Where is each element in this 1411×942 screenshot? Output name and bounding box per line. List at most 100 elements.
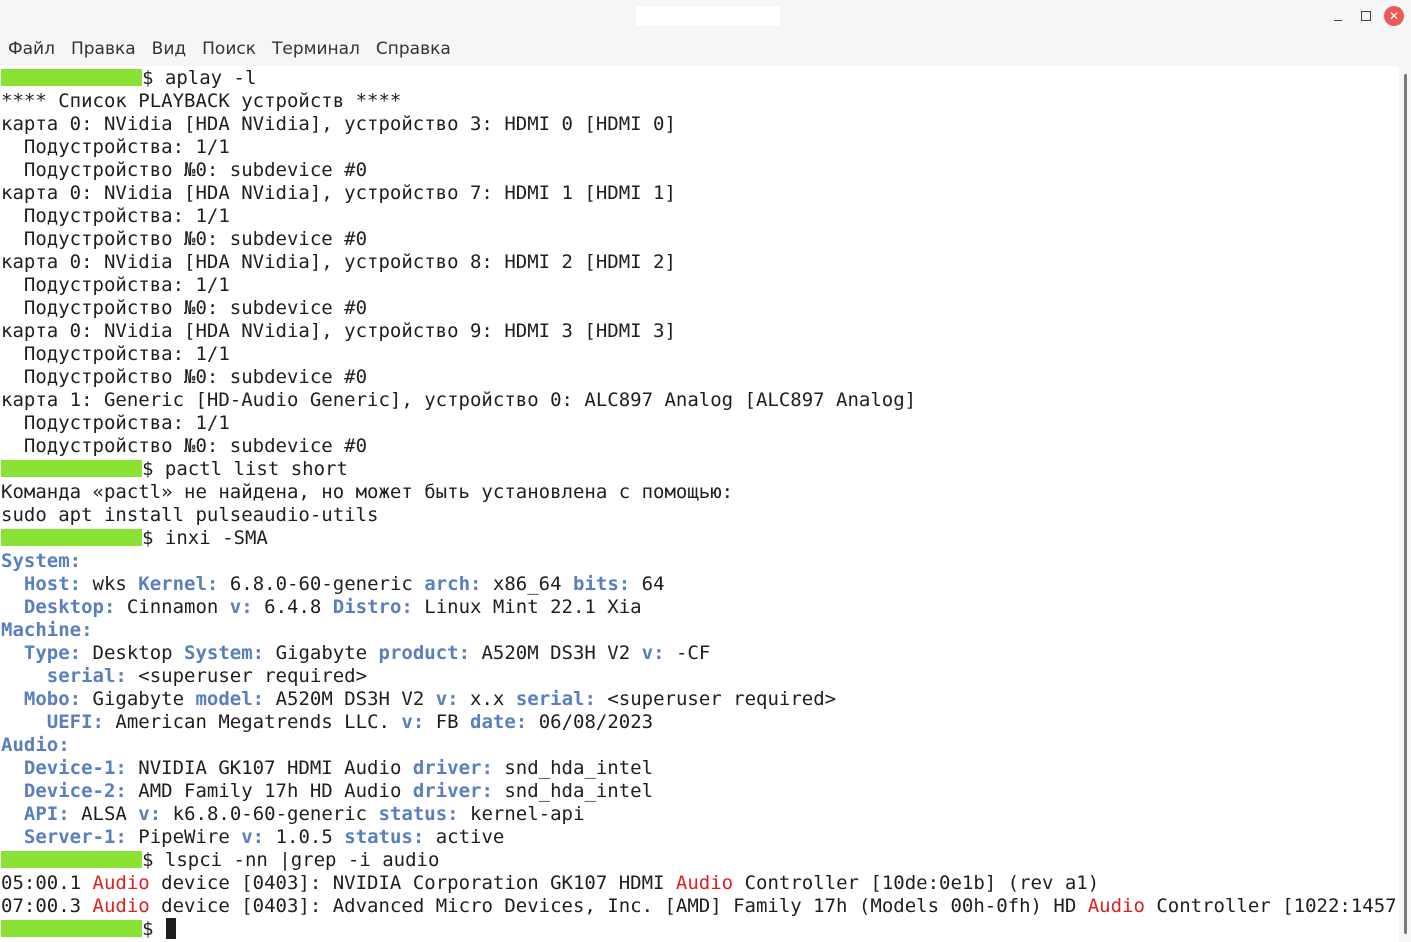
output-text: Gigabyte [81,688,196,710]
output-text: 6.8.0-60-generic [218,573,425,595]
terminal-line: Machine: [1,619,1399,642]
terminal-line: serial: <superuser required> [1,665,1399,688]
minimize-button[interactable] [1327,5,1349,27]
output-key: Device-2: [23,780,127,802]
terminal-line: Device-2: AMD Family 17h HD Audio driver… [1,780,1399,803]
terminal-line: карта 0: NVidia [HDA NVidia], устройство… [1,320,1399,343]
terminal-line: карта 0: NVidia [HDA NVidia], устройство… [1,113,1399,136]
output-text: 1.0.5 [264,826,345,848]
terminal-line: Audio: [1,734,1399,757]
menu-terminal[interactable]: Терминал [272,39,360,59]
menu-view[interactable]: Вид [152,39,186,59]
output-key: bits: [573,573,631,595]
output-text: **** Список PLAYBACK устройств **** [1,90,402,112]
terminal-window: ✕ Файл Правка Вид Поиск Терминал Справка… [0,0,1411,942]
output-text: NVIDIA GK107 HDMI Audio [126,757,413,779]
output-text: A520M DS3H V2 [264,688,436,710]
output-key: status: [344,826,425,848]
output-text: snd_hda_intel [492,757,654,779]
prompt-user-redacted [1,529,142,546]
output-text: 07:00.3 [1,895,93,917]
output-key: Kernel: [138,573,219,595]
output-key: v: [435,688,459,710]
terminal-line: Подустройства: 1/1 [1,205,1399,228]
output-key: model: [195,688,265,710]
terminal-line: Type: Desktop System: Gigabyte product: … [1,642,1399,665]
output-text: карта 1: Generic [HD-Audio Generic], уст… [1,389,917,411]
output-text: FB [424,711,471,733]
output-text: -CF [664,642,711,664]
menu-bar: Файл Правка Вид Поиск Терминал Справка [0,32,1411,66]
prompt-user-redacted [1,920,142,937]
terminal-line: Подустройство №0: subdevice #0 [1,435,1399,458]
output-text: device [0403]: NVIDIA Corporation GK107 … [149,872,676,894]
output-text: 64 [630,573,665,595]
terminal-output[interactable]: $ aplay -l **** Список PLAYBACK устройств… [0,66,1399,942]
output-text: Cinnamon [115,596,230,618]
output-text: карта 0: NVidia [HDA NVidia], устройство… [1,251,676,273]
terminal-line: Подустройство №0: subdevice #0 [1,297,1399,320]
output-text: x.x [458,688,516,710]
output-text: Подустройство №0: subdevice #0 [1,297,368,319]
title-bar[interactable]: ✕ [0,0,1411,32]
output-key: API: [23,803,70,825]
output-text: 6.4.8 [252,596,333,618]
menu-file[interactable]: Файл [8,39,55,59]
output-text: $ lspci -nn |grep -i audio [142,849,440,871]
output-text: Подустройство №0: subdevice #0 [1,366,368,388]
output-text: $ pactl list short [142,458,348,480]
grep-match: Audio [92,872,150,894]
terminal-line: Подустройство №0: subdevice #0 [1,366,1399,389]
output-text: Команда «pactl» не найдена, но может быт… [1,481,734,503]
output-text: ALSA [69,803,139,825]
minimize-icon [1334,19,1342,21]
scrollbar[interactable] [1399,66,1411,942]
output-key: v: [229,596,253,618]
output-text: <superuser required> [126,665,368,687]
terminal-line: sudo apt install pulseaudio-utils [1,504,1399,527]
output-text: active [424,826,505,848]
output-text: карта 0: NVidia [HDA NVidia], устройство… [1,113,676,135]
window-title [636,6,780,26]
output-key: driver: [412,780,493,802]
maximize-icon [1361,11,1371,21]
output-key: System: [184,642,265,664]
output-key: serial: [46,665,127,687]
output-key: Server-1: [23,826,127,848]
output-text: $ aplay -l [142,67,257,89]
output-text: Gigabyte [264,642,379,664]
output-key: Device-1: [23,757,127,779]
output-key: v: [241,826,265,848]
output-text: PipeWire [126,826,242,848]
menu-edit[interactable]: Правка [71,39,136,59]
terminal-line: $ [1,918,1399,941]
output-key: v: [138,803,162,825]
output-key: product: [378,642,471,664]
output-text: Подустройства: 1/1 [1,274,230,296]
maximize-button[interactable] [1355,5,1377,27]
terminal-line: Desktop: Cinnamon v: 6.4.8 Distro: Linux… [1,596,1399,619]
output-key: Machine: [1,619,93,641]
output-text: $ [142,918,165,940]
prompt-user-redacted [1,460,142,477]
output-text: карта 0: NVidia [HDA NVidia], устройство… [1,182,676,204]
output-text: snd_hda_intel [492,780,654,802]
output-text: AMD Family 17h HD Audio [126,780,413,802]
grep-match: Audio [92,895,150,917]
menu-search[interactable]: Поиск [202,39,256,59]
output-text: <superuser required> [595,688,837,710]
output-key: v: [641,642,665,664]
close-button[interactable]: ✕ [1383,5,1405,27]
menu-help[interactable]: Справка [376,39,451,59]
output-key: v: [401,711,425,733]
terminal-line: $ lspci -nn |grep -i audio [1,849,1399,872]
output-key: date: [470,711,528,733]
scrollbar-thumb[interactable] [1404,74,1407,934]
output-text: Подустройства: 1/1 [1,136,230,158]
prompt-user-redacted [1,69,142,86]
terminal-line: UEFI: American Megatrends LLC. v: FB dat… [1,711,1399,734]
